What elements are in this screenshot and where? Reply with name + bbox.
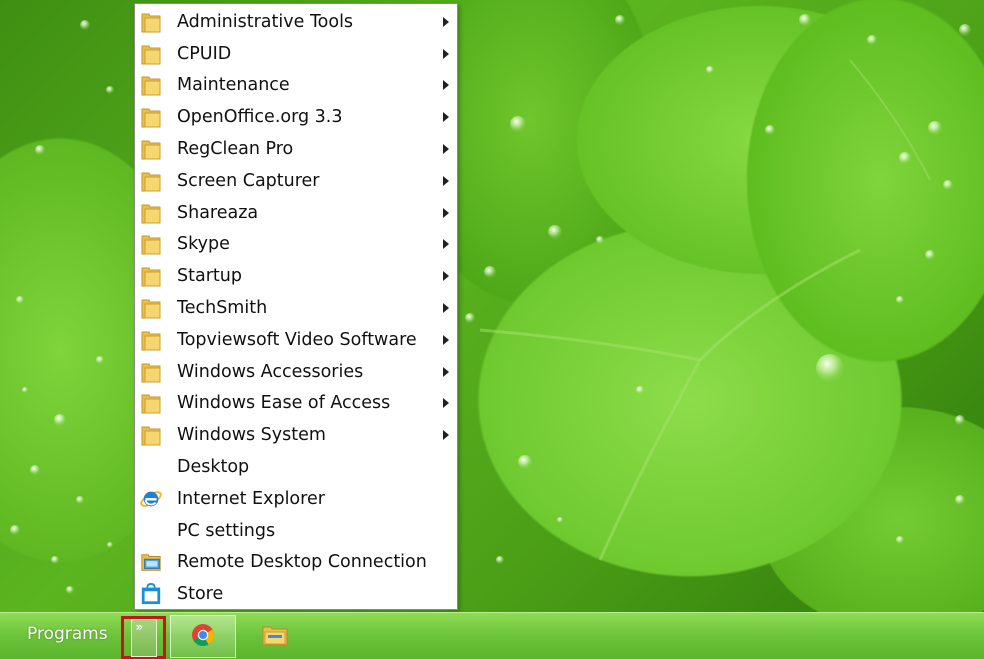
folder-icon [140,10,162,34]
menu-item-desktop[interactable]: Desktop [135,451,457,483]
folder-icon [140,73,162,97]
menu-item-label: Store [177,584,224,605]
menu-item-cpuid[interactable]: CPUID [135,38,457,70]
menu-item-label: Shareaza [177,202,259,223]
menu-item-label: Remote Desktop Connection [177,552,427,573]
submenu-arrow-icon [443,398,449,409]
menu-item-shareaza[interactable]: Shareaza [135,197,457,229]
menu-item-label: Maintenance [177,75,290,96]
folder-icon [140,201,162,225]
folder-icon [140,105,162,129]
submenu-arrow-icon [443,366,449,377]
folder-icon [140,296,162,320]
submenu-arrow-icon [443,16,449,27]
menu-item-pc-settings[interactable]: PC settings [135,515,457,547]
menu-item-label: Topviewsoft Video Software [177,329,417,350]
menu-item-skype[interactable]: Skype [135,229,457,261]
folder-icon [140,328,162,352]
submenu-arrow-icon [443,271,449,282]
file-explorer-icon [262,623,288,651]
double-chevron-icon: » [135,619,144,634]
menu-item-store[interactable]: Store [135,578,457,610]
programs-menu: Administrative Tools CPUID Maintenance O… [134,3,458,610]
submenu-arrow-icon [443,303,449,314]
menu-item-label: Windows Ease of Access [177,393,391,414]
menu-item-screen-capturer[interactable]: Screen Capturer [135,165,457,197]
folder-icon [140,264,162,288]
taskbar: Programs » [0,612,984,659]
menu-item-techsmith[interactable]: TechSmith [135,292,457,324]
menu-item-label: Screen Capturer [177,170,320,191]
submenu-arrow-icon [443,334,449,345]
folder-icon [140,360,162,384]
submenu-arrow-icon [443,48,449,59]
programs-expand-button[interactable]: » [121,616,166,659]
folder-icon [140,137,162,161]
chrome-icon [191,623,215,651]
menu-item-topviewsoft-video-software[interactable]: Topviewsoft Video Software [135,324,457,356]
submenu-arrow-icon [443,144,449,155]
menu-item-label: Windows System [177,425,326,446]
taskbar-button-chrome[interactable] [170,615,236,658]
menu-item-remote-desktop-connection[interactable]: Remote Desktop Connection [135,547,457,579]
submenu-arrow-icon [443,430,449,441]
folder-icon [140,232,162,256]
menu-item-label: CPUID [177,43,232,64]
menu-item-regclean-pro[interactable]: RegClean Pro [135,133,457,165]
programs-toolbar-label[interactable]: Programs [27,624,108,644]
menu-item-label: RegClean Pro [177,139,294,160]
folder-icon [140,169,162,193]
submenu-arrow-icon [443,239,449,250]
menu-item-administrative-tools[interactable]: Administrative Tools [135,6,457,38]
submenu-arrow-icon [443,207,449,218]
menu-item-label: Windows Accessories [177,361,364,382]
remote-desktop-icon [140,550,162,574]
internet-explorer-icon [140,487,162,511]
folder-icon [140,391,162,415]
menu-item-windows-system[interactable]: Windows System [135,419,457,451]
menu-item-label: Desktop [177,457,250,478]
menu-item-label: TechSmith [177,298,268,319]
menu-item-windows-ease-of-access[interactable]: Windows Ease of Access [135,388,457,420]
menu-item-internet-explorer[interactable]: Internet Explorer [135,483,457,515]
menu-item-startup[interactable]: Startup [135,260,457,292]
menu-item-label: Internet Explorer [177,488,325,509]
menu-item-windows-accessories[interactable]: Windows Accessories [135,356,457,388]
taskbar-button-file-explorer[interactable] [242,615,308,658]
submenu-arrow-icon [443,80,449,91]
menu-item-label: Administrative Tools [177,11,354,32]
store-icon [140,582,162,606]
menu-item-label: Skype [177,234,230,255]
submenu-arrow-icon [443,175,449,186]
menu-item-label: OpenOffice.org 3.3 [177,107,343,128]
folder-icon [140,423,162,447]
menu-item-label: Startup [177,266,242,287]
folder-icon [140,42,162,66]
menu-item-openoffice[interactable]: OpenOffice.org 3.3 [135,101,457,133]
menu-item-label: PC settings [177,520,276,541]
menu-item-maintenance[interactable]: Maintenance [135,70,457,102]
submenu-arrow-icon [443,112,449,123]
